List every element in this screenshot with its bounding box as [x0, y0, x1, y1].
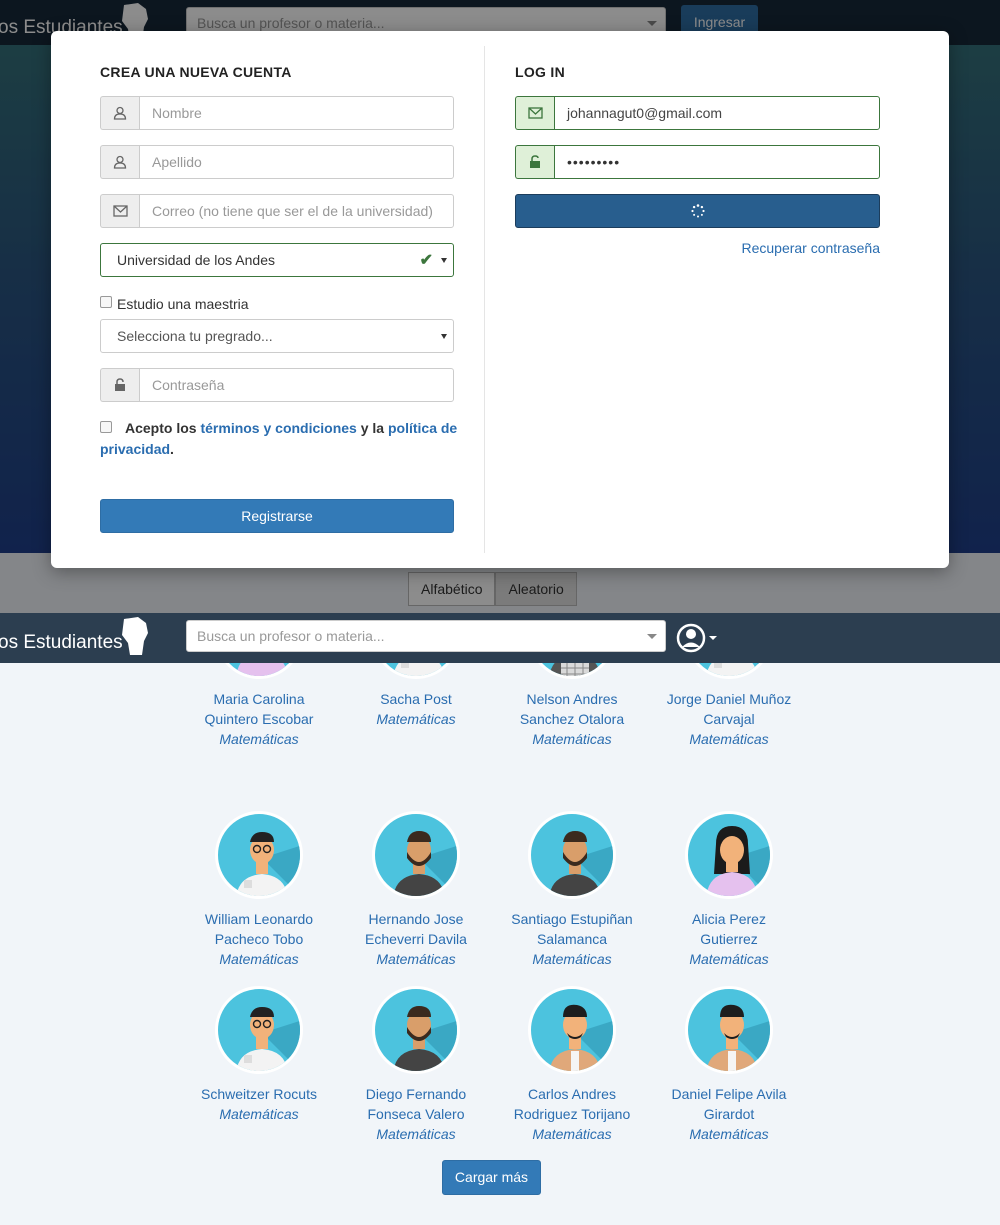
university-select[interactable]: Universidad de los Andes ✔ [100, 243, 454, 277]
professor-name[interactable]: Nelson Andres Sanchez Otalora [506, 689, 638, 729]
professor-avatar[interactable] [528, 663, 616, 679]
professor-subject[interactable]: Matemáticas [179, 949, 339, 969]
terms-prefix: Acepto los [125, 420, 197, 436]
professor-subject[interactable]: Matemáticas [649, 729, 809, 749]
professor-card[interactable]: William Leonardo Pacheco Tobo Matemáticas [179, 811, 339, 969]
chevron-down-icon [647, 634, 657, 639]
user-icon [100, 96, 139, 130]
user-menu[interactable] [676, 623, 718, 653]
professor-subject[interactable]: Matemáticas [179, 1104, 339, 1124]
professor-card[interactable]: Carlos Andres Rodriguez Torijano Matemáti… [492, 986, 652, 1144]
unlock-icon [515, 145, 554, 179]
professor-card[interactable]: Jorge Daniel Muñoz Carvajal Matemáticas [649, 663, 809, 749]
chevron-down-icon [709, 636, 717, 640]
professor-card[interactable]: Santiago Estupiñan Salamanca Matemáticas [492, 811, 652, 969]
professor-grid: Maria Carolina Quintero Escobar Matemátic… [0, 663, 1000, 1225]
register-button[interactable]: Registrarse [100, 499, 454, 533]
login-email-field[interactable]: johannagut0@gmail.com [515, 96, 880, 130]
professor-avatar[interactable] [528, 986, 616, 1074]
column-divider [484, 46, 485, 553]
fist-logo-icon [122, 617, 148, 655]
user-icon [100, 145, 139, 179]
first-name-field[interactable]: Nombre [100, 96, 454, 130]
login-password-field[interactable]: ••••••••• [515, 145, 880, 179]
professor-name[interactable]: Hernando Jose Echeverri Davila [350, 909, 482, 949]
professor-name[interactable]: Schweitzer Rocuts [193, 1084, 325, 1104]
terms-suffix: . [170, 441, 174, 457]
signup-password-input[interactable]: Contraseña [139, 368, 454, 402]
professor-avatar[interactable] [372, 811, 460, 899]
professor-subject[interactable]: Matemáticas [649, 949, 809, 969]
login-email-input[interactable]: johannagut0@gmail.com [554, 96, 880, 130]
program-placeholder: Selecciona tu pregrado... [117, 328, 273, 344]
loading-spinner-icon [690, 204, 705, 218]
professor-avatar[interactable] [215, 663, 303, 679]
professor-card[interactable]: Alicia Perez Gutierrez Matemáticas [649, 811, 809, 969]
professor-avatar[interactable] [528, 811, 616, 899]
check-icon: ✔ [419, 252, 433, 269]
lock-icon [100, 368, 139, 402]
professor-avatar[interactable] [685, 811, 773, 899]
professor-subject[interactable]: Matemáticas [492, 729, 652, 749]
first-name-input[interactable]: Nombre [139, 96, 454, 130]
search-input[interactable]: Busca un profesor o materia... [186, 620, 666, 652]
professor-name[interactable]: Sacha Post [350, 689, 482, 709]
professor-subject[interactable]: Matemáticas [336, 1124, 496, 1144]
professor-card[interactable]: Sacha Post Matemáticas [336, 663, 496, 729]
professor-name[interactable]: Maria Carolina Quintero Escobar [193, 689, 325, 729]
load-more-button[interactable]: Cargar más [442, 1160, 541, 1195]
auth-modal: CREA UNA NUEVA CUENTA Nombre Apellido Co… [51, 31, 949, 568]
envelope-icon [515, 96, 554, 130]
professor-subject[interactable]: Matemáticas [492, 1124, 652, 1144]
professor-card[interactable]: Nelson Andres Sanchez Otalora Matemáticas [492, 663, 652, 749]
chevron-down-icon [441, 334, 447, 339]
professor-name[interactable]: Daniel Felipe Avila Girardot [663, 1084, 795, 1124]
masters-label: Estudio una maestria [117, 296, 249, 312]
professor-card[interactable]: Daniel Felipe Avila Girardot Matemáticas [649, 986, 809, 1144]
envelope-icon [100, 194, 139, 228]
login-password-input[interactable]: ••••••••• [554, 145, 880, 179]
professor-name[interactable]: Santiago Estupiñan Salamanca [506, 909, 638, 949]
professor-name[interactable]: William Leonardo Pacheco Tobo [193, 909, 325, 949]
user-circle-icon [676, 623, 706, 653]
email-input[interactable]: Correo (no tiene que ser el de la univer… [139, 194, 454, 228]
professor-subject[interactable]: Matemáticas [179, 729, 339, 749]
professor-name[interactable]: Diego Fernando Fonseca Valero [350, 1084, 482, 1124]
professor-subject[interactable]: Matemáticas [336, 949, 496, 969]
professor-subject[interactable]: Matemáticas [492, 949, 652, 969]
terms-mid: y la [360, 420, 385, 436]
professor-avatar[interactable] [215, 986, 303, 1074]
professor-card[interactable]: Schweitzer Rocuts Matemáticas [179, 986, 339, 1124]
professor-card[interactable]: Hernando Jose Echeverri Davila Matemática… [336, 811, 496, 969]
last-name-input[interactable]: Apellido [139, 145, 454, 179]
search-placeholder: Busca un profesor o materia... [197, 628, 385, 644]
signup-title: CREA UNA NUEVA CUENTA [100, 64, 292, 80]
login-submit-button[interactable] [515, 194, 880, 228]
professor-subject[interactable]: Matemáticas [336, 709, 496, 729]
professor-card[interactable]: Maria Carolina Quintero Escobar Matemátic… [179, 663, 339, 749]
last-name-field[interactable]: Apellido [100, 145, 454, 179]
email-field[interactable]: Correo (no tiene que ser el de la univer… [100, 194, 454, 228]
masters-checkbox[interactable] [100, 296, 112, 308]
brand-name: os Estudiantes [0, 632, 123, 653]
recover-password-link[interactable]: Recuperar contraseña [741, 240, 880, 256]
professor-avatar[interactable] [372, 663, 460, 679]
program-select[interactable]: Selecciona tu pregrado... [100, 319, 454, 353]
professor-avatar[interactable] [685, 986, 773, 1074]
professor-name[interactable]: Alicia Perez Gutierrez [663, 909, 795, 949]
professor-card[interactable]: Diego Fernando Fonseca Valero Matemáticas [336, 986, 496, 1144]
terms-text: Acepto los términos y condiciones y la p… [100, 418, 460, 460]
login-title: LOG IN [515, 64, 566, 80]
professor-avatar[interactable] [372, 986, 460, 1074]
main-navbar: os Estudiantes Busca un profesor o mater… [0, 613, 1000, 663]
chevron-down-icon [441, 258, 447, 263]
signup-password-field[interactable]: Contraseña [100, 368, 454, 402]
professor-avatar[interactable] [685, 663, 773, 679]
professor-subject[interactable]: Matemáticas [649, 1124, 809, 1144]
professor-avatar[interactable] [215, 811, 303, 899]
terms-link[interactable]: términos y condiciones [200, 420, 356, 436]
professor-name[interactable]: Jorge Daniel Muñoz Carvajal [663, 689, 795, 729]
university-selected-value: Universidad de los Andes [117, 252, 275, 268]
professor-name[interactable]: Carlos Andres Rodriguez Torijano [506, 1084, 638, 1124]
